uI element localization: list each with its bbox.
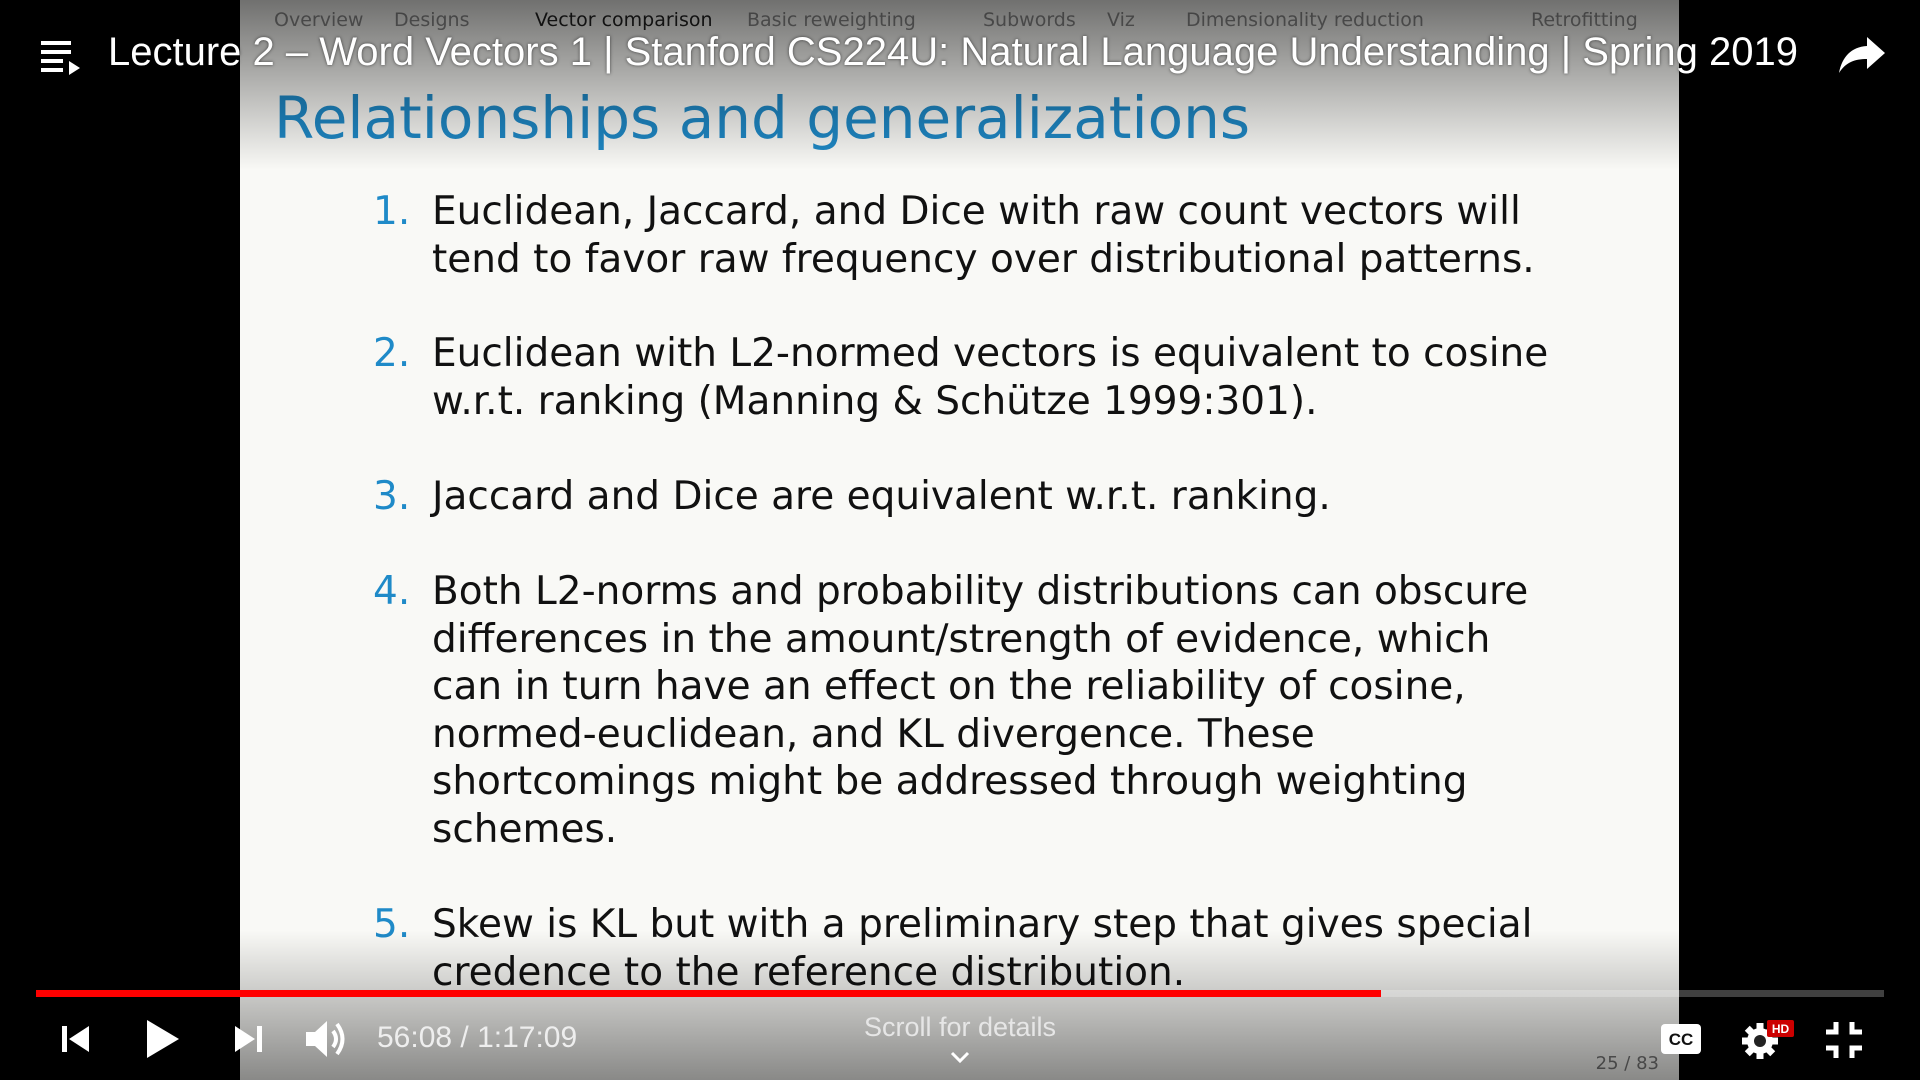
slide-frame: Overview Designs Vector comparison Basic… <box>240 0 1679 1080</box>
slide-nav-item: Designs <box>394 9 470 31</box>
chevron-down-icon[interactable] <box>945 1048 975 1068</box>
settings-gear-icon: HD <box>1742 1020 1794 1059</box>
video-title[interactable]: Lecture 2 – Word Vectors 1 | Stanford CS… <box>108 30 1798 75</box>
playlist-button[interactable] <box>36 34 86 80</box>
previous-button[interactable] <box>56 1016 96 1062</box>
closed-captions-icon: CC <box>1661 1024 1701 1054</box>
slide-page-number: 25 / 83 <box>1595 1053 1659 1074</box>
list-item-text: Jaccard and Dice are equivalent w.r.t. r… <box>432 474 1331 519</box>
skip-next-icon <box>235 1026 262 1052</box>
slide-nav-item: Dimensionality reduction <box>1186 9 1424 31</box>
list-item-number: 1. <box>373 189 411 234</box>
list-item-number: 2. <box>373 331 411 376</box>
cc-label: CC <box>1669 1030 1694 1049</box>
progress-bar[interactable] <box>36 990 1884 997</box>
scroll-for-details-hint[interactable]: Scroll for details <box>780 1012 1140 1043</box>
skip-previous-icon <box>62 1026 89 1052</box>
video-player[interactable]: Overview Designs Vector comparison Basic… <box>0 0 1920 1080</box>
list-item-number: 4. <box>373 569 411 614</box>
list-item-number: 5. <box>373 902 411 947</box>
slide-nav-item: Viz <box>1107 9 1135 31</box>
slide-nav-item: Retrofitting <box>1531 9 1638 31</box>
playlist-icon <box>41 41 80 75</box>
slide-nav-item: Basic reweighting <box>747 9 916 31</box>
exit-fullscreen-button[interactable] <box>1820 1016 1868 1064</box>
slide-nav-item: Subwords <box>983 9 1076 31</box>
slide-nav-item-active: Vector comparison <box>535 9 713 31</box>
list-item-number: 3. <box>373 474 411 519</box>
play-button[interactable] <box>140 1014 184 1064</box>
list-item-text: Both L2-norms and probability distributi… <box>432 569 1529 852</box>
share-icon <box>1839 37 1885 73</box>
play-icon <box>147 1020 179 1058</box>
hd-badge: HD <box>1772 1022 1790 1036</box>
volume-button[interactable] <box>300 1014 354 1064</box>
list-item-text: Skew is KL but with a preliminary step t… <box>432 902 1533 995</box>
list-item-text: Euclidean with L2-normed vectors is equi… <box>432 331 1549 424</box>
slide-nav-item: Overview <box>274 9 364 31</box>
slide-title: Relationships and generalizations <box>274 84 1251 152</box>
exit-fullscreen-icon <box>1826 1022 1862 1058</box>
time-display: 56:08 / 1:17:09 <box>377 1021 578 1054</box>
list-item-text: Euclidean, Jaccard, and Dice with raw co… <box>432 189 1535 282</box>
share-button[interactable] <box>1834 30 1890 80</box>
progress-played <box>36 990 1381 997</box>
settings-button[interactable]: HD <box>1740 1016 1796 1062</box>
captions-button[interactable]: CC <box>1658 1020 1704 1058</box>
next-button[interactable] <box>228 1016 268 1062</box>
volume-icon <box>306 1021 345 1057</box>
